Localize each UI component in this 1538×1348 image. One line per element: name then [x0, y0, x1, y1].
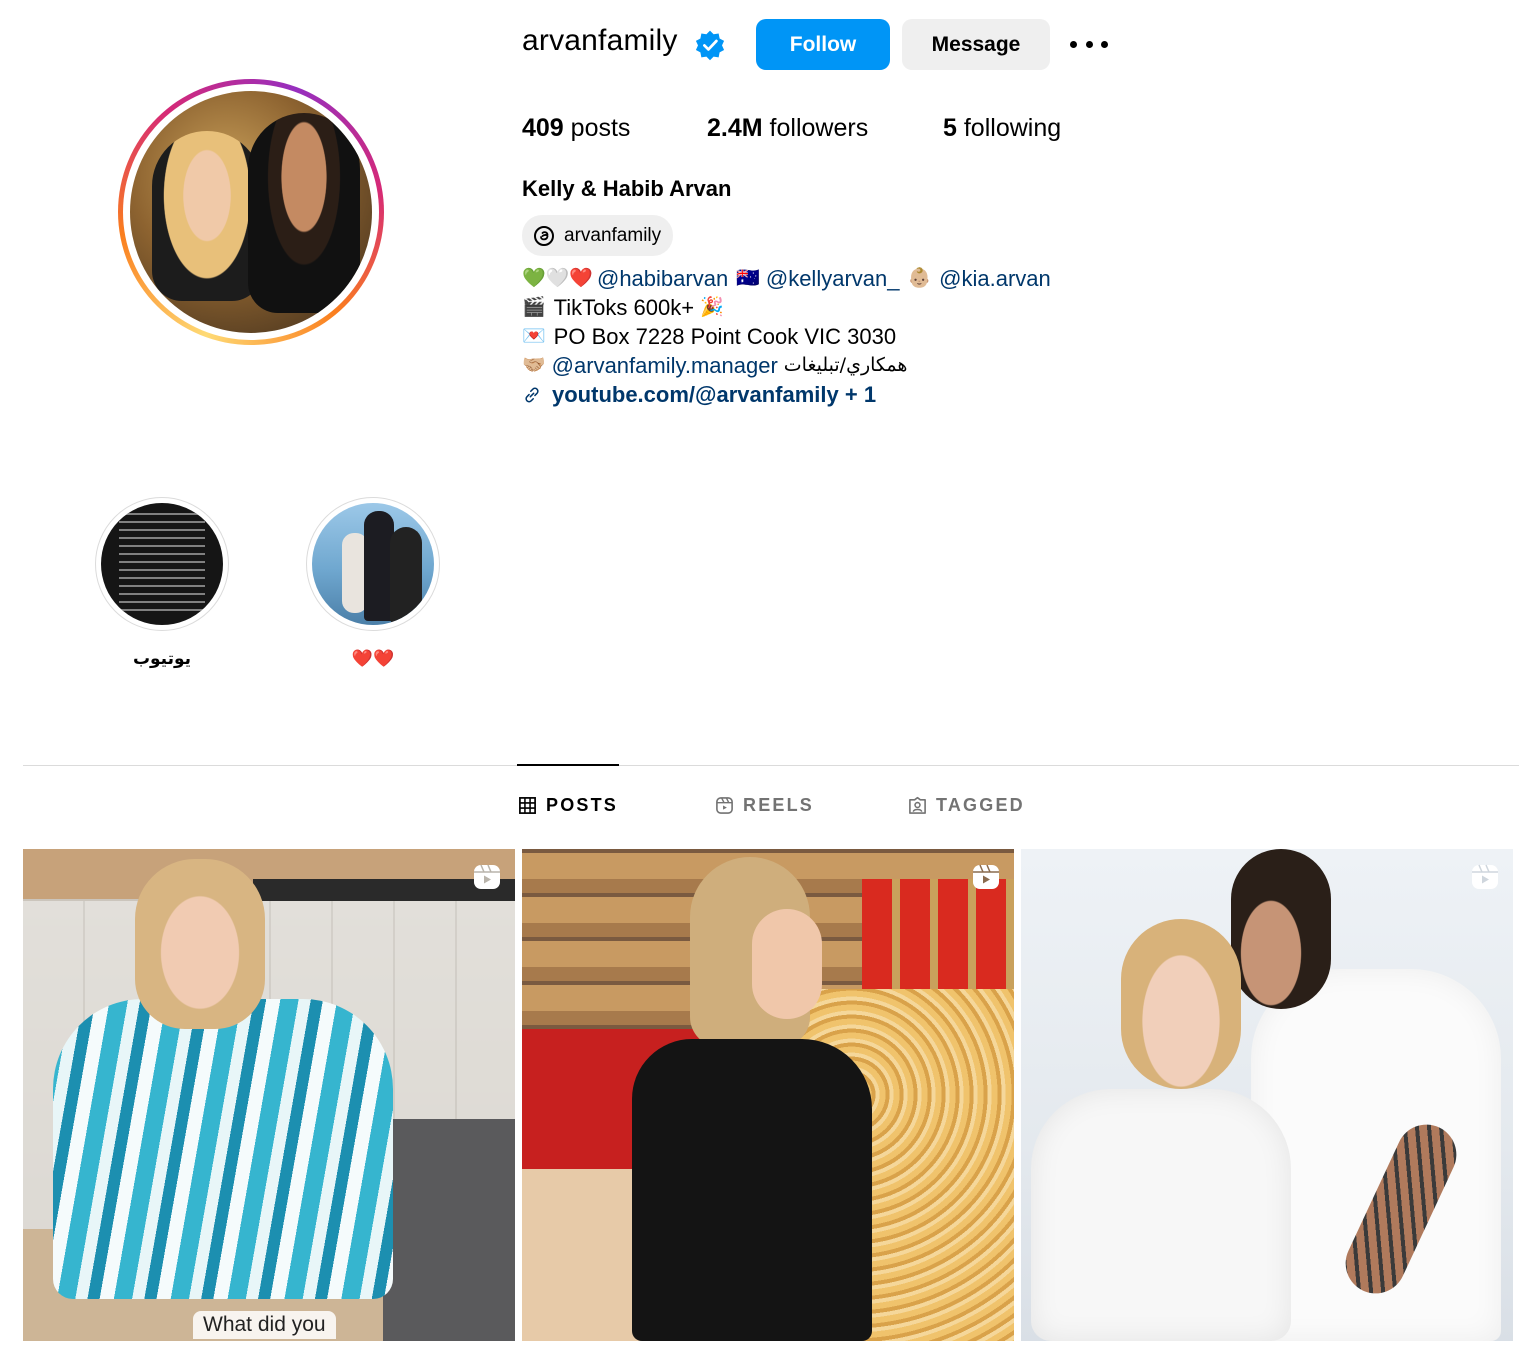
reel-icon: [474, 864, 500, 889]
highlight-ring: [306, 497, 440, 631]
profile-username: arvanfamily: [522, 24, 678, 57]
woman-head: [1121, 919, 1241, 1089]
dot: [1101, 40, 1108, 48]
posts-count: 409: [522, 114, 564, 142]
bio-line-2: 🎬 TikToks 600k+ 🎉: [522, 293, 1051, 322]
posts-label: posts: [570, 114, 631, 142]
striped-shirt: [53, 999, 393, 1299]
mention-kia-arvan[interactable]: @kia.arvan: [939, 264, 1051, 293]
posts-stat: 409 posts: [522, 114, 630, 143]
following-stat[interactable]: 5 following: [943, 114, 1061, 143]
bio-tiktoks-text: TikToks 600k+: [553, 295, 695, 320]
active-tab-indicator: [517, 764, 619, 766]
followers-label: followers: [769, 114, 869, 142]
tab-label: REELS: [743, 795, 815, 815]
post-tile[interactable]: [522, 849, 1014, 1341]
highlight-cover-lines: [119, 513, 205, 615]
message-button[interactable]: Message: [902, 19, 1050, 70]
threads-link[interactable]: arvanfamily: [522, 215, 674, 256]
baby-emoji: 👶🏼: [907, 267, 932, 289]
highlight-cover-photo: [312, 503, 434, 625]
profile-full-name: Kelly & Habib Arvan: [522, 176, 732, 201]
mention-manager[interactable]: @arvanfamily.manager: [552, 351, 778, 380]
person-face: [752, 909, 822, 1019]
australia-flag-emoji: 🇦🇺: [736, 267, 760, 289]
oven: [383, 1119, 515, 1341]
figure-woman: [390, 527, 422, 623]
avatar-inner: [123, 84, 379, 340]
threads-handle: arvanfamily: [564, 224, 662, 246]
reels-icon: [716, 797, 733, 814]
party-emoji: 🎉: [700, 296, 724, 318]
mention-habibarvan[interactable]: @habibarvan: [597, 264, 728, 293]
reel-icon: [1472, 864, 1498, 889]
handshake-emoji: 🤝🏼: [522, 354, 546, 376]
reel-icon: [973, 864, 999, 889]
highlight-hearts[interactable]: ❤️❤️: [306, 497, 440, 669]
tagged-icon: [909, 796, 926, 814]
woman-white-dress: [1031, 1089, 1291, 1341]
profile-bio: 💚🤍❤️ @habibarvan 🇦🇺 @kellyarvan_ 👶🏼 @kia…: [522, 264, 1051, 409]
link-icon: [525, 387, 539, 402]
threads-icon: [534, 225, 554, 246]
followers-count: 2.4M: [707, 114, 763, 142]
grid-icon: [519, 797, 536, 814]
person-head: [135, 859, 265, 1029]
tab-posts[interactable]: POSTS: [518, 795, 618, 816]
verified-badge-icon: [695, 30, 725, 61]
bio-address-text: PO Box 7228 Point Cook VIC 3030: [553, 324, 897, 349]
bio-arabic-text: همكاري/تبليغات: [783, 354, 908, 376]
following-count: 5: [943, 114, 957, 142]
tab-label: TAGGED: [936, 795, 1025, 815]
hearts-emoji: 💚🤍❤️: [522, 267, 593, 289]
man-head: [1231, 849, 1331, 1009]
bio-line-3: 💌 PO Box 7228 Point Cook VIC 3030: [522, 322, 1051, 351]
dot: [1070, 40, 1077, 48]
avatar-person-left: [152, 131, 262, 301]
bio-external-link[interactable]: youtube.com/@arvanfamily + 1: [552, 380, 876, 409]
mention-kellyarvan[interactable]: @kellyarvan_: [766, 264, 900, 293]
tab-tagged[interactable]: TAGGED: [908, 795, 1025, 816]
highlight-label: ❤️❤️: [351, 649, 395, 669]
clapper-emoji: 🎬: [522, 296, 546, 318]
highlight-label: يوتيوب: [132, 649, 192, 669]
highlight-ring: [95, 497, 229, 631]
highlight-cover-text: [101, 503, 223, 625]
profile-avatar[interactable]: [118, 79, 384, 345]
tab-reels[interactable]: REELS: [715, 795, 814, 816]
tabs-divider: [23, 765, 1519, 766]
post-caption-overlay: What did you: [193, 1311, 336, 1339]
bio-line-4: 🤝🏼 @arvanfamily.manager همكاري/تبليغات: [522, 351, 1051, 380]
highlight-youtube[interactable]: يوتيوب: [95, 497, 229, 669]
dot: [1085, 40, 1093, 48]
avatar-person-right: [248, 113, 360, 313]
post-tile[interactable]: What did you: [23, 849, 515, 1341]
more-options-icon[interactable]: [1070, 30, 1108, 58]
black-dress: [632, 1039, 872, 1341]
post-tile[interactable]: [1021, 849, 1513, 1341]
followers-stat[interactable]: 2.4M followers: [707, 114, 868, 143]
bio-link-line[interactable]: youtube.com/@arvanfamily + 1: [522, 380, 1051, 409]
avatar-photo: [130, 91, 372, 333]
following-label: following: [963, 114, 1062, 142]
tab-label: POSTS: [546, 795, 619, 815]
follow-button[interactable]: Follow: [756, 19, 890, 70]
love-letter-emoji: 💌: [522, 325, 546, 347]
bio-line-1: 💚🤍❤️ @habibarvan 🇦🇺 @kellyarvan_ 👶🏼 @kia…: [522, 264, 1051, 293]
